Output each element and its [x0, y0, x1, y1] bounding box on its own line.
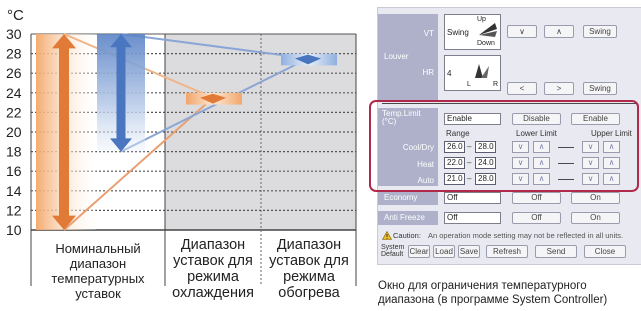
hr-fan-icon [475, 64, 489, 78]
y-tick-label: 22 [6, 104, 22, 120]
column-label-cooling: Диапазон уставок для режима охлаждения [172, 237, 254, 301]
save-button[interactable]: Save [458, 245, 480, 258]
y-tick-label: 30 [6, 26, 22, 42]
y-tick-label: 20 [6, 124, 22, 140]
anti-freeze-label: Anti Freeze [384, 213, 425, 222]
hr-value: 4 [447, 69, 452, 78]
economy-off-button[interactable]: Off [512, 192, 561, 204]
y-tick-label: 12 [6, 202, 22, 218]
vt-down-button[interactable]: ∨ [507, 25, 537, 38]
send-button[interactable]: Send [535, 245, 577, 258]
figure-caption: Окно для ограничения температурного диап… [378, 280, 608, 306]
y-tick-label: 14 [6, 183, 22, 199]
caution-text: An operation mode setting may not be ref… [428, 231, 624, 240]
anti-freeze-side: Anti Freeze [378, 211, 438, 225]
column-label-heating: Диапазон уставок для режима обогрева [269, 237, 349, 301]
vt-value: Swing [447, 28, 469, 37]
y-tick-label: 26 [6, 65, 22, 81]
system-default-label: System Default [381, 244, 405, 258]
y-tick-label: 24 [6, 85, 22, 101]
vt-down-label: Down [477, 40, 495, 47]
column-label-nominal: Номинальный диапазон температурных устав… [51, 241, 145, 301]
vt-up-button[interactable]: ∧ [544, 25, 574, 38]
hr-left-button[interactable]: < [507, 82, 537, 95]
louver-label: Louver [384, 52, 409, 61]
hr-right-button[interactable]: > [544, 82, 574, 95]
anti-freeze-off-button[interactable]: Off [512, 212, 561, 224]
vt-fan-icon [479, 23, 497, 37]
hr-label: HR [422, 68, 434, 77]
y-tick-label: 16 [6, 163, 22, 179]
refresh-button[interactable]: Refresh [486, 245, 528, 258]
vt-display: Swing Up Down [444, 14, 501, 50]
economy-on-button[interactable]: On [571, 192, 620, 204]
anti-freeze-value: Off [444, 212, 501, 224]
warning-icon [382, 231, 392, 240]
anti-freeze-on-button[interactable]: On [571, 212, 620, 224]
caution-label: Caution: [393, 231, 421, 240]
vt-swing-button[interactable]: Swing [583, 25, 617, 38]
hr-r-label: R [493, 81, 499, 88]
load-button[interactable]: Load [433, 245, 455, 258]
louver-side: VT Louver HR [378, 14, 438, 100]
hr-display: 4 L R [444, 55, 501, 91]
clear-button[interactable]: Clear [408, 245, 430, 258]
y-tick-label: 28 [6, 46, 22, 62]
y-unit-label: °C [7, 7, 24, 24]
hr-swing-button[interactable]: Swing [583, 82, 617, 95]
vt-label: VT [423, 29, 434, 38]
close-button[interactable]: Close [584, 245, 626, 258]
economy-side: Economy [378, 191, 438, 205]
y-tick-label: 10 [6, 222, 22, 238]
temp-limit-highlight-frame [369, 100, 639, 192]
y-tick-labels: 30 28 26 24 22 20 18 16 14 12 10 [6, 26, 22, 238]
economy-label: Economy [384, 193, 418, 202]
y-tick-label: 18 [6, 144, 22, 160]
hr-l-label: L [467, 81, 471, 88]
economy-value: Off [444, 192, 501, 204]
